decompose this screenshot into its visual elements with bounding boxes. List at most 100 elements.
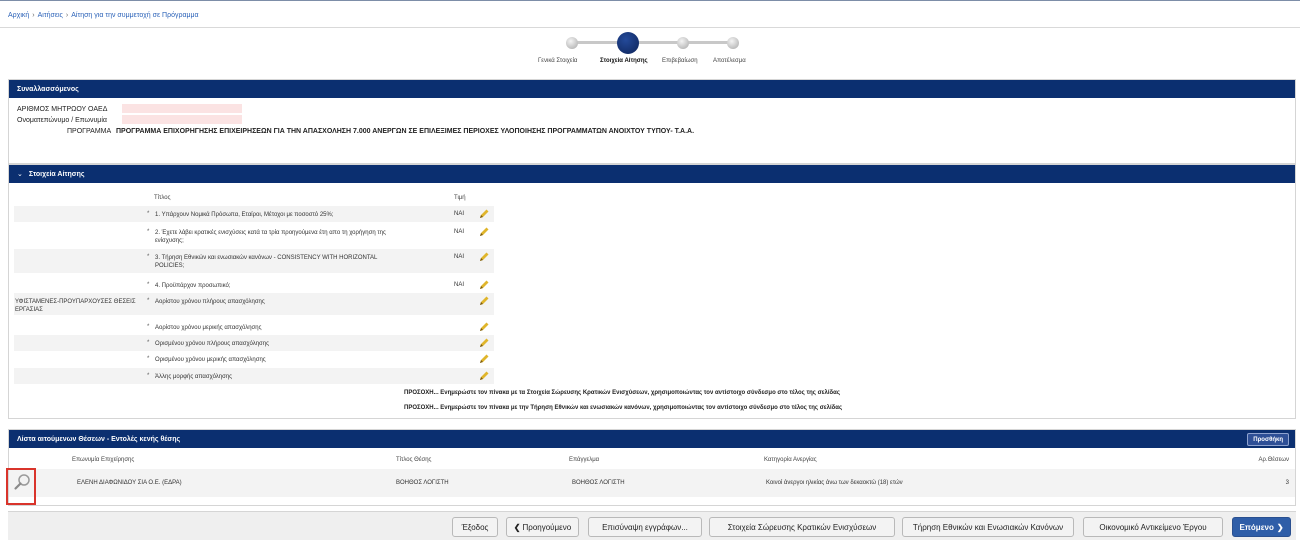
column-header-position-title: Τίτλος Θέσης — [396, 457, 432, 463]
transactor-panel: Συναλλασσόμενος ΑΡΙΘΜΟΣ ΜΗΤΡΩΟΥ ΟΑΕΔ Ονο… — [8, 79, 1296, 164]
application-panel-header[interactable]: ⌄ Στοιχεία Αίτησης — [9, 165, 1295, 183]
question-value: ΝΑΙ — [454, 282, 465, 288]
breadcrumb-applications[interactable]: Αιτήσεις — [38, 12, 63, 19]
registry-value-redacted — [122, 104, 242, 113]
breadcrumb-separator: › — [32, 12, 35, 19]
chevron-down-icon[interactable]: ⌄ — [17, 170, 23, 178]
pencil-icon[interactable] — [479, 252, 489, 262]
wizard-step-dot-1[interactable] — [566, 37, 578, 49]
column-header-category: Κατηγορία Ανεργίας — [764, 457, 817, 463]
question-row: * 3. Τήρηση Εθνικών και ενωσιακών κανόνω… — [14, 249, 494, 273]
required-mark: * — [147, 324, 150, 330]
column-header-company: Επωνυμία Επιχείρησης — [72, 457, 135, 463]
required-mark: * — [147, 373, 150, 379]
question-text: Αορίστου χρόνου πλήρους απασχόλησης — [155, 299, 265, 305]
positions-panel-title: Λίστα αιτούμενων Θέσεων - Εντολές κενής … — [17, 435, 181, 443]
wizard-step-dot-2[interactable] — [617, 32, 639, 54]
question-text: Αορίστου χρόνου μερικής απασχόλησης — [155, 325, 262, 331]
question-row: * Άλλης μορφής απασχόλησης — [14, 368, 494, 384]
add-position-button[interactable]: Προσθήκη — [1247, 433, 1289, 446]
exit-button[interactable]: Έξοδος — [452, 517, 498, 537]
question-text: Ορισμένου χρόνου πλήρους απασχόλησης — [155, 341, 269, 347]
action-bar: Έξοδος ❮ Προηγούμενο Επισύναψη εγγράφων..… — [8, 511, 1296, 540]
position-title: ΒΟΗΘΟΣ ΛΟΓΙΣΤΗ — [396, 480, 449, 486]
wizard-step-label-1: Γενικά Στοιχεία — [538, 58, 578, 64]
required-mark: * — [147, 254, 150, 260]
chevron-right-icon: ❯ — [1276, 522, 1284, 532]
pencil-icon[interactable] — [479, 322, 489, 332]
pencil-icon[interactable] — [479, 209, 489, 219]
program-label: ΠΡΟΓΡΑΜΜΑ — [67, 128, 112, 135]
question-text: Άλλης μορφής απασχόλησης — [155, 374, 233, 380]
wizard-line — [572, 41, 728, 44]
financial-object-button[interactable]: Οικονομικό Αντικείμενο Έργου — [1083, 517, 1223, 537]
group-label: ΥΦΙΣΤΑΜΕΝΕΣ-ΠΡΟΥΠΑΡΧΟΥΣΕΣ ΘΕΣΕΙΣ ΕΡΓΑΣΙΑ… — [15, 299, 136, 313]
question-row: * 2. Έχετε λάβει κρατικές ενισχύσεις κατ… — [14, 224, 494, 246]
pencil-icon[interactable] — [479, 371, 489, 381]
pencil-icon[interactable] — [479, 338, 489, 348]
column-header-title: Τίτλος — [154, 195, 171, 201]
wizard-step-label-3: Επιβεβαίωση — [662, 58, 698, 64]
program-value: ΠΡΟΓΡΑΜΜΑ ΕΠΙΧΟΡΗΓΗΣΗΣ ΕΠΙΧΕΙΡΗΣΕΩΝ ΓΙΑ … — [116, 128, 695, 135]
question-row: * 1. Υπάρχουν Νομικά Πρόσωπα, Εταίροι, Μ… — [14, 206, 494, 222]
question-text: 1. Υπάρχουν Νομικά Πρόσωπα, Εταίροι, Μέτ… — [155, 212, 334, 218]
name-label: Ονοματεπώνυμο / Επωνυμία — [17, 117, 107, 124]
table-row[interactable]: ΕΛΕΝΗ ΔΙΑΦΩΝΙΔΟΥ ΣΙΑ Ο.Ε. (ΕΔΡΑ) ΒΟΗΘΟΣ … — [9, 469, 1295, 497]
breadcrumb-home[interactable]: Αρχική — [8, 12, 29, 19]
application-panel-title: Στοιχεία Αίτησης — [28, 170, 85, 178]
wizard-step-label-2: Στοιχεία Αίτησης — [600, 58, 648, 64]
question-row: * Ορισμένου χρόνου μερικής απασχόλησης — [14, 351, 494, 367]
warning-aid-accumulation: ΠΡΟΣΟΧΗ... Ενημερώστε τον πίνακα με τα Σ… — [404, 390, 840, 396]
question-text: Ορισμένου χρόνου μερικής απασχόλησης — [155, 357, 266, 363]
wizard-step-dot-4[interactable] — [727, 37, 739, 49]
question-text: 4. Προϋπάρχον προσωπικό; — [155, 283, 231, 289]
question-value: ΝΑΙ — [454, 229, 465, 235]
positions-panel: Λίστα αιτούμενων Θέσεων - Εντολές κενής … — [8, 429, 1296, 506]
warning-national-rules: ΠΡΟΣΟΧΗ... Ενημερώστε τον πίνακα με την … — [404, 405, 843, 411]
name-value-redacted — [122, 115, 242, 124]
positions-count: 3 — [1285, 480, 1289, 486]
required-mark: * — [147, 356, 150, 362]
required-mark: * — [147, 229, 150, 235]
unemployment-category: Κοινοί άνεργοι ηλικίας άνω των δεκαοκτώ … — [766, 480, 903, 486]
registry-label: ΑΡΙΘΜΟΣ ΜΗΤΡΩΟΥ ΟΑΕΔ — [17, 106, 108, 113]
question-text: 2. Έχετε λάβει κρατικές ενισχύσεις κατά … — [155, 230, 386, 244]
breadcrumb-separator: › — [65, 12, 69, 19]
previous-button[interactable]: ❮ Προηγούμενο — [506, 517, 579, 537]
company-name: ΕΛΕΝΗ ΔΙΑΦΩΝΙΔΟΥ ΣΙΑ Ο.Ε. (ΕΔΡΑ) — [77, 480, 182, 486]
highlight-box — [6, 468, 36, 505]
profession: ΒΟΗΘΟΣ ΛΟΓΙΣΤΗ — [572, 480, 625, 486]
state-aid-button[interactable]: Στοιχεία Σώρευσης Κρατικών Ενισχύσεων — [709, 517, 895, 537]
column-header-count: Αρ.Θέσεων — [1258, 457, 1290, 463]
wizard-step-label-4: Αποτέλεσμα — [713, 58, 746, 64]
wizard-steps: Γενικά Στοιχεία Στοιχεία Αίτησης Επιβεβα… — [0, 28, 1300, 68]
breadcrumb-current: Αίτηση για την συμμετοχή σε Πρόγραμμα — [71, 12, 199, 19]
top-rule — [0, 0, 1300, 4]
question-row: * 4. Προϋπάρχον προσωπικό; ΝΑΙ — [14, 277, 494, 293]
pencil-icon[interactable] — [479, 280, 489, 290]
question-value: ΝΑΙ — [454, 254, 465, 260]
positions-panel-header: Λίστα αιτούμενων Θέσεων - Εντολές κενής … — [9, 430, 1295, 448]
transactor-panel-header: Συναλλασσόμενος — [9, 80, 1295, 98]
question-value: ΝΑΙ — [454, 211, 465, 217]
column-header-profession: Επάγγελμα — [569, 457, 600, 463]
chevron-left-icon: ❮ — [513, 522, 521, 532]
pencil-icon[interactable] — [479, 296, 489, 306]
wizard-step-dot-3[interactable] — [677, 37, 689, 49]
pencil-icon[interactable] — [479, 354, 489, 364]
application-panel: ⌄ Στοιχεία Αίτησης Τίτλος Τιμή * 1. Υπάρ… — [8, 164, 1296, 419]
national-rules-button[interactable]: Τήρηση Εθνικών και Ενωσιακών Κανόνων — [902, 517, 1074, 537]
attach-documents-button[interactable]: Επισύναψη εγγράφων... — [588, 517, 702, 537]
question-row: * Αορίστου χρόνου μερικής απασχόλησης — [14, 319, 494, 335]
question-text: 3. Τήρηση Εθνικών και ενωσιακών κανόνων … — [155, 255, 378, 269]
pencil-icon[interactable] — [479, 227, 489, 237]
required-mark: * — [147, 211, 150, 217]
column-header-value: Τιμή — [454, 195, 466, 201]
question-row: * Ορισμένου χρόνου πλήρους απασχόλησης — [14, 335, 494, 351]
transactor-panel-title: Συναλλασσόμενος — [17, 85, 79, 93]
breadcrumb: Αρχική › Αιτήσεις › Αίτηση για την συμμετοχή… — [8, 12, 199, 19]
required-mark: * — [147, 282, 150, 288]
required-mark: * — [147, 340, 150, 346]
next-button[interactable]: Επόμενο ❯ — [1232, 517, 1291, 537]
required-mark: * — [147, 298, 150, 304]
